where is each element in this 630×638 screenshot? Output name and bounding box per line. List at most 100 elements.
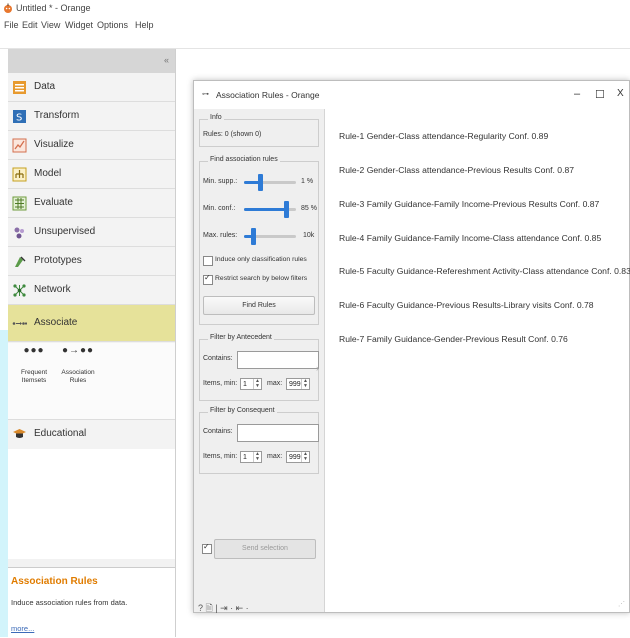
antecedent-max-value: 999: [289, 381, 301, 388]
menu-options[interactable]: Options: [97, 20, 128, 30]
find-rules-button[interactable]: Find Rules: [203, 296, 315, 315]
menu-help[interactable]: Help: [135, 20, 154, 30]
category-visualize[interactable]: Visualize: [8, 131, 175, 160]
evaluate-icon: [12, 196, 27, 211]
model-icon: [12, 167, 27, 182]
maximize-button[interactable]: ☐: [595, 88, 605, 101]
main-title-bar: Untitled * - Orange: [0, 0, 630, 18]
rule-item[interactable]: Rule-3 Family Guidance-Family Income-Pre…: [339, 199, 599, 209]
minimize-button[interactable]: –: [574, 88, 580, 100]
max-rules-slider[interactable]: [244, 228, 296, 245]
association-rules-icon: ⊶: [202, 91, 209, 98]
category-educational[interactable]: Educational: [8, 419, 175, 450]
consequent-min-spinbox[interactable]: 1 ▲ ▼: [240, 451, 262, 463]
restrict-search-label: Restrict search by below filters: [215, 275, 308, 282]
category-unsupervised[interactable]: Unsupervised: [8, 218, 175, 247]
category-data[interactable]: Data: [8, 73, 175, 102]
network-icon: [13, 284, 26, 297]
svg-text:S: S: [16, 113, 22, 124]
close-button[interactable]: X: [617, 88, 624, 99]
rule-item[interactable]: Rule-5 Faculty Guidance-Refereshment Act…: [339, 266, 630, 276]
category-transform[interactable]: S Transform: [8, 102, 175, 131]
antecedent-filter-group: Filter by Antecedent Contains: Items, mi…: [199, 334, 319, 401]
menu-widget[interactable]: Widget: [65, 20, 93, 30]
category-model[interactable]: Model: [8, 160, 175, 189]
consequent-max-spinbox[interactable]: 999 ▲ ▼: [286, 451, 310, 463]
antecedent-contains-input[interactable]: [237, 351, 319, 369]
induce-only-checkbox[interactable]: [203, 256, 213, 266]
association-rules-widget[interactable]: ●→●● Association Rules: [52, 345, 104, 385]
min-conf-value: 85 %: [301, 205, 317, 212]
send-auto-checkbox[interactable]: [202, 542, 212, 554]
widget-toolbox: « Data S Transform Visualize Model Evalu…: [8, 49, 176, 638]
antecedent-min-spinbox[interactable]: 1 ▲ ▼: [240, 378, 262, 390]
antecedent-max-label: max:: [267, 380, 283, 387]
consequent-contains-input[interactable]: [237, 424, 319, 442]
data-icon: [13, 81, 26, 94]
max-rules-value: 10k: [303, 232, 315, 239]
association-rules-icon: ●→●●: [61, 345, 95, 356]
associate-icon: [12, 322, 27, 325]
rule-item[interactable]: Rule-1 Gender-Class attendance-Regularit…: [339, 131, 548, 141]
rule-item[interactable]: Rule-4 Family Guidance-Family Income-Cla…: [339, 233, 601, 243]
category-label: Unsupervised: [34, 226, 96, 237]
find-rules-title: Find association rules: [208, 156, 280, 163]
send-selection-button[interactable]: Send selection: [214, 539, 316, 559]
find-rules-group: Find association rules Min. supp.: 1 % M…: [199, 156, 319, 325]
help-more-link[interactable]: more...: [11, 624, 34, 633]
rule-item[interactable]: Rule-6 Faculty Guidance-Previous Results…: [339, 300, 594, 310]
rules-output-pane: Rule-1 Gender-Class attendance-Regularit…: [325, 109, 630, 611]
category-associate[interactable]: Associate: [8, 305, 175, 342]
antecedent-title: Filter by Antecedent: [208, 334, 274, 341]
antecedent-items-min-label: Items, min:: [203, 380, 238, 387]
category-label: Model: [34, 168, 62, 179]
dialog-title: Association Rules - Orange: [216, 90, 320, 100]
transform-icon: S: [13, 110, 26, 124]
min-supp-slider[interactable]: [244, 174, 296, 191]
spin-arrows-icon[interactable]: ▲ ▼: [253, 379, 261, 389]
dialog-title-bar: ⊶ Association Rules - Orange – ☐ X: [194, 81, 629, 109]
splitter-arrow-icon[interactable]: ›: [316, 363, 319, 373]
widget-label-line2: Rules: [69, 377, 87, 384]
min-supp-label: Min. supp.:: [203, 178, 238, 185]
antecedent-max-spinbox[interactable]: 999 ▲ ▼: [286, 378, 310, 390]
category-prototypes[interactable]: Prototypes: [8, 247, 175, 276]
consequent-min-value: 1: [243, 454, 247, 461]
restrict-search-checkbox[interactable]: [203, 273, 213, 285]
rules-count: Rules: 0 (shown 0): [203, 131, 262, 138]
menu-view[interactable]: View: [41, 20, 60, 30]
widget-label-line2: Itemsets: [21, 377, 47, 384]
visualize-icon: [12, 138, 27, 153]
resize-grip-icon[interactable]: ⋰: [618, 600, 625, 608]
menu-file[interactable]: File: [4, 20, 19, 30]
status-bar-icons[interactable]: ? 🗎 | ⇥ · ⇤ ·: [198, 601, 249, 617]
category-network[interactable]: Network: [8, 276, 175, 305]
category-label: Evaluate: [34, 197, 73, 208]
consequent-filter-group: Filter by Consequent Contains: Items, mi…: [199, 407, 319, 474]
induce-only-label: Induce only classification rules: [215, 256, 307, 263]
consequent-contains-label: Contains:: [203, 428, 233, 435]
menu-edit[interactable]: Edit: [22, 20, 38, 30]
association-rules-dialog: ⊶ Association Rules - Orange – ☐ X Info …: [193, 80, 630, 613]
widget-label-line1: Frequent: [20, 369, 48, 376]
collapse-toolbox-icon[interactable]: «: [164, 55, 169, 65]
graduation-cap-icon: [13, 429, 26, 438]
main-window-title: Untitled * - Orange: [16, 3, 91, 13]
widget-help-box: Association Rules Induce association rul…: [8, 567, 175, 638]
category-label: Network: [34, 284, 71, 295]
category-label: Associate: [34, 317, 78, 328]
category-label: Transform: [34, 110, 80, 121]
spin-arrows-icon[interactable]: ▲ ▼: [301, 379, 309, 389]
rule-item[interactable]: Rule-2 Gender-Class attendance-Previous …: [339, 165, 574, 175]
min-conf-slider[interactable]: [244, 201, 296, 218]
help-description: Induce association rules from data.: [11, 598, 128, 607]
spin-arrows-icon[interactable]: ▲ ▼: [301, 452, 309, 462]
consequent-title: Filter by Consequent: [208, 407, 277, 414]
unsupervised-icon: [14, 227, 24, 239]
category-evaluate[interactable]: Evaluate: [8, 189, 175, 218]
spin-arrows-icon[interactable]: ▲ ▼: [253, 452, 261, 462]
category-label: Visualize: [34, 139, 74, 150]
associate-widget-list: ●●● Frequent Itemsets ●→●● Association R…: [8, 343, 175, 419]
rule-item[interactable]: Rule-7 Family Guidance-Gender-Previous R…: [339, 334, 568, 344]
category-label: Educational: [34, 428, 87, 439]
